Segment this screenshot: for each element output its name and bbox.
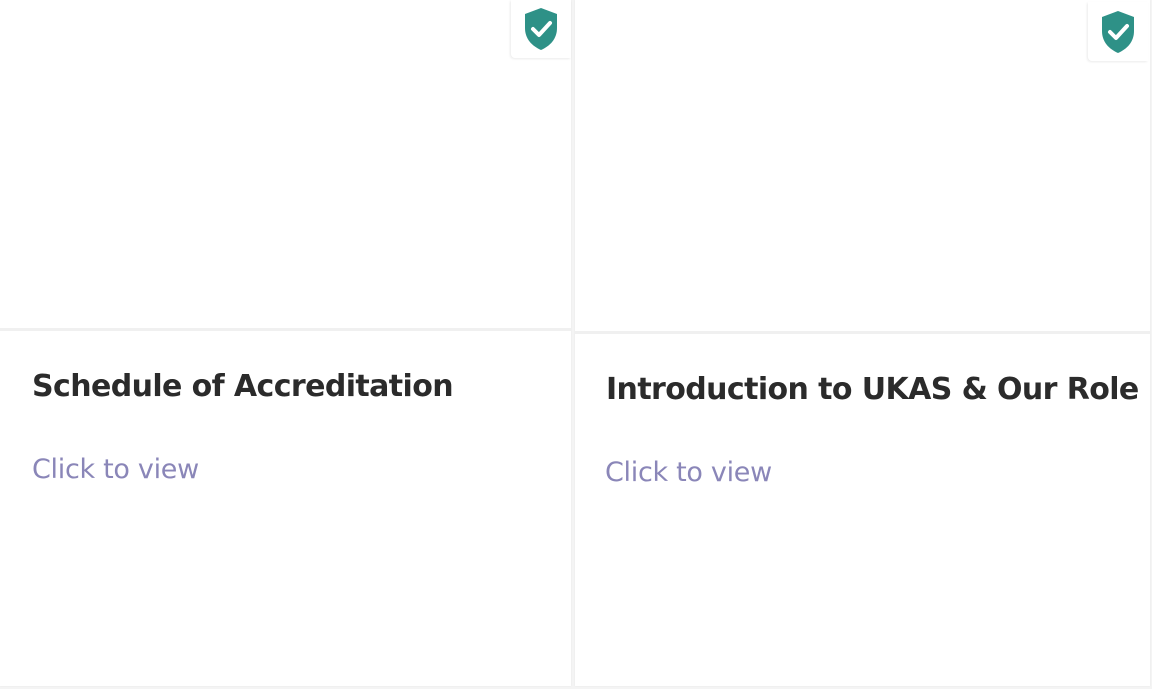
verified-badge: [1088, 2, 1148, 61]
click-to-view-link[interactable]: Click to view: [605, 457, 772, 488]
document-card[interactable]: Introduction to UKAS & Our Role Click to…: [575, 0, 1150, 686]
verified-badge: [511, 0, 571, 58]
card-title: Introduction to UKAS & Our Role: [606, 372, 1139, 407]
card-title: Schedule of Accreditation: [32, 369, 454, 404]
click-to-view-link[interactable]: Click to view: [32, 454, 199, 485]
shield-check-icon: [525, 8, 557, 50]
document-thumbnail[interactable]: [0, 0, 571, 331]
document-card[interactable]: Schedule of Accreditation Click to view: [0, 0, 571, 686]
document-thumbnail[interactable]: [575, 0, 1150, 334]
shield-check-icon: [1102, 10, 1134, 53]
document-card-grid: Schedule of Accreditation Click to view …: [0, 0, 1152, 689]
